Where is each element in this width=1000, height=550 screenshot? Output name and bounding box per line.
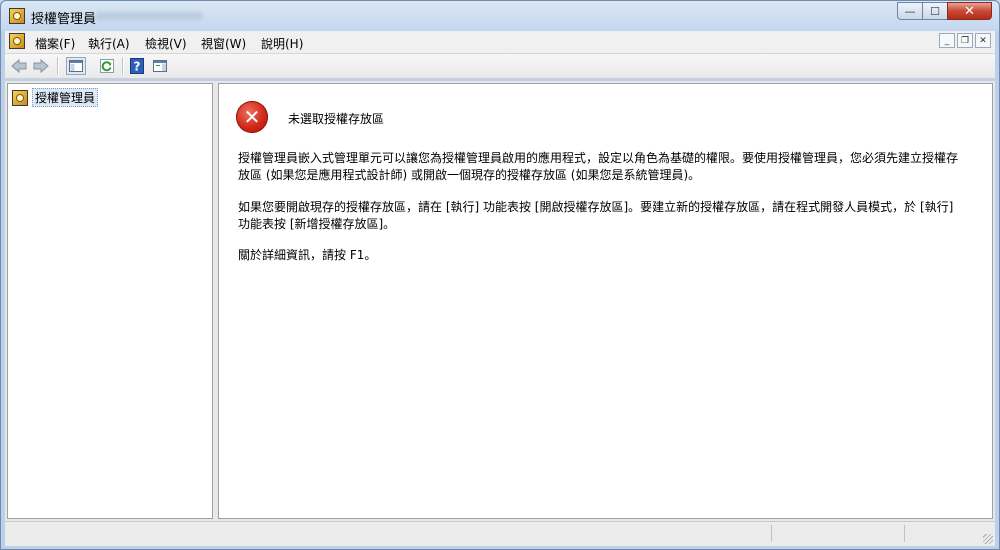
menu-bar: 檔案(F) 執行(A) 檢視(V) 視窗(W) 說明(H) _ ❐ ✕ — [5, 31, 995, 54]
mdi-restore-icon: ❐ — [960, 35, 970, 46]
mdi-restore-button[interactable]: ❐ — [957, 33, 973, 48]
authorization-manager-node-icon — [12, 89, 28, 106]
mdi-minimize-icon: _ — [944, 35, 950, 46]
forward-arrow-icon[interactable] — [33, 58, 49, 74]
tree-item-label: 授權管理員 — [32, 88, 99, 107]
toolbar-separator — [122, 57, 124, 75]
minimize-button[interactable]: — — [897, 2, 923, 20]
maximize-button[interactable]: ☐ — [922, 2, 948, 20]
system-menu-icon[interactable] — [9, 33, 25, 49]
authorization-manager-app-icon[interactable] — [9, 8, 25, 24]
mdi-close-button[interactable]: ✕ — [975, 33, 991, 48]
resize-grip[interactable] — [983, 534, 993, 544]
message-paragraph-1: 授權管理員嵌入式管理單元可以讓您為授權管理員啟用的應用程式，設定以角色為基礎的權… — [238, 151, 959, 182]
title-bar[interactable]: 授權管理員 — ☐ ✕ — [1, 1, 999, 31]
console-tree-pane[interactable]: 授權管理員 — [7, 83, 213, 519]
toolbar-separator — [57, 57, 59, 75]
status-bar-divider — [904, 525, 905, 542]
maximize-icon: ☐ — [930, 4, 940, 18]
refresh-icon[interactable] — [99, 58, 115, 74]
show-hide-action-pane-icon[interactable] — [152, 58, 168, 74]
menu-view[interactable]: 檢視(V) — [145, 35, 187, 52]
menu-action[interactable]: 執行(A) — [88, 35, 130, 52]
menu-window[interactable]: 視窗(W) — [201, 35, 246, 52]
message-heading: 未選取授權存放區 — [288, 112, 385, 126]
message-paragraph-3: 關於詳細資訊，請按 F1。 — [238, 248, 377, 262]
pane-container: 授權管理員 ✕ 未選取授權存放區 授權管理員嵌入式管理單元可以讓您為授權管理員啟… — [5, 81, 995, 521]
error-icon: ✕ — [236, 101, 268, 133]
menu-help[interactable]: 說明(H) — [261, 35, 303, 52]
message-paragraph-2: 如果您要開啟現存的授權存放區，請在 [執行] 功能表按 [開啟授權存放區]。要建… — [238, 200, 954, 231]
mdi-close-icon: ✕ — [979, 35, 987, 46]
close-icon: ✕ — [964, 3, 975, 19]
status-bar-divider — [771, 525, 772, 542]
back-arrow-icon[interactable] — [11, 58, 27, 74]
close-button[interactable]: ✕ — [947, 2, 992, 20]
show-hide-console-tree-icon[interactable] — [66, 57, 86, 75]
mdi-caption-buttons: _ ❐ ✕ — [939, 33, 991, 48]
toolbar: ? — [5, 54, 995, 79]
status-bar — [5, 521, 995, 546]
minimize-icon: — — [904, 4, 916, 18]
window-title: 授權管理員 — [31, 12, 97, 27]
title-blurred-region — [95, 12, 203, 20]
details-pane: ✕ 未選取授權存放區 授權管理員嵌入式管理單元可以讓您為授權管理員啟用的應用程式… — [218, 83, 993, 519]
main-window: 授權管理員 — ☐ ✕ 檔案(F) 執行(A) 檢視(V) 視窗(W) 說明(H… — [0, 0, 1000, 550]
help-icon[interactable]: ? — [129, 58, 145, 74]
caption-buttons: — ☐ ✕ — [897, 2, 992, 20]
svg-text:?: ? — [134, 60, 141, 74]
menu-file[interactable]: 檔案(F) — [35, 35, 75, 52]
mdi-minimize-button[interactable]: _ — [939, 33, 955, 48]
tree-item-authorization-manager[interactable]: 授權管理員 — [12, 88, 99, 107]
